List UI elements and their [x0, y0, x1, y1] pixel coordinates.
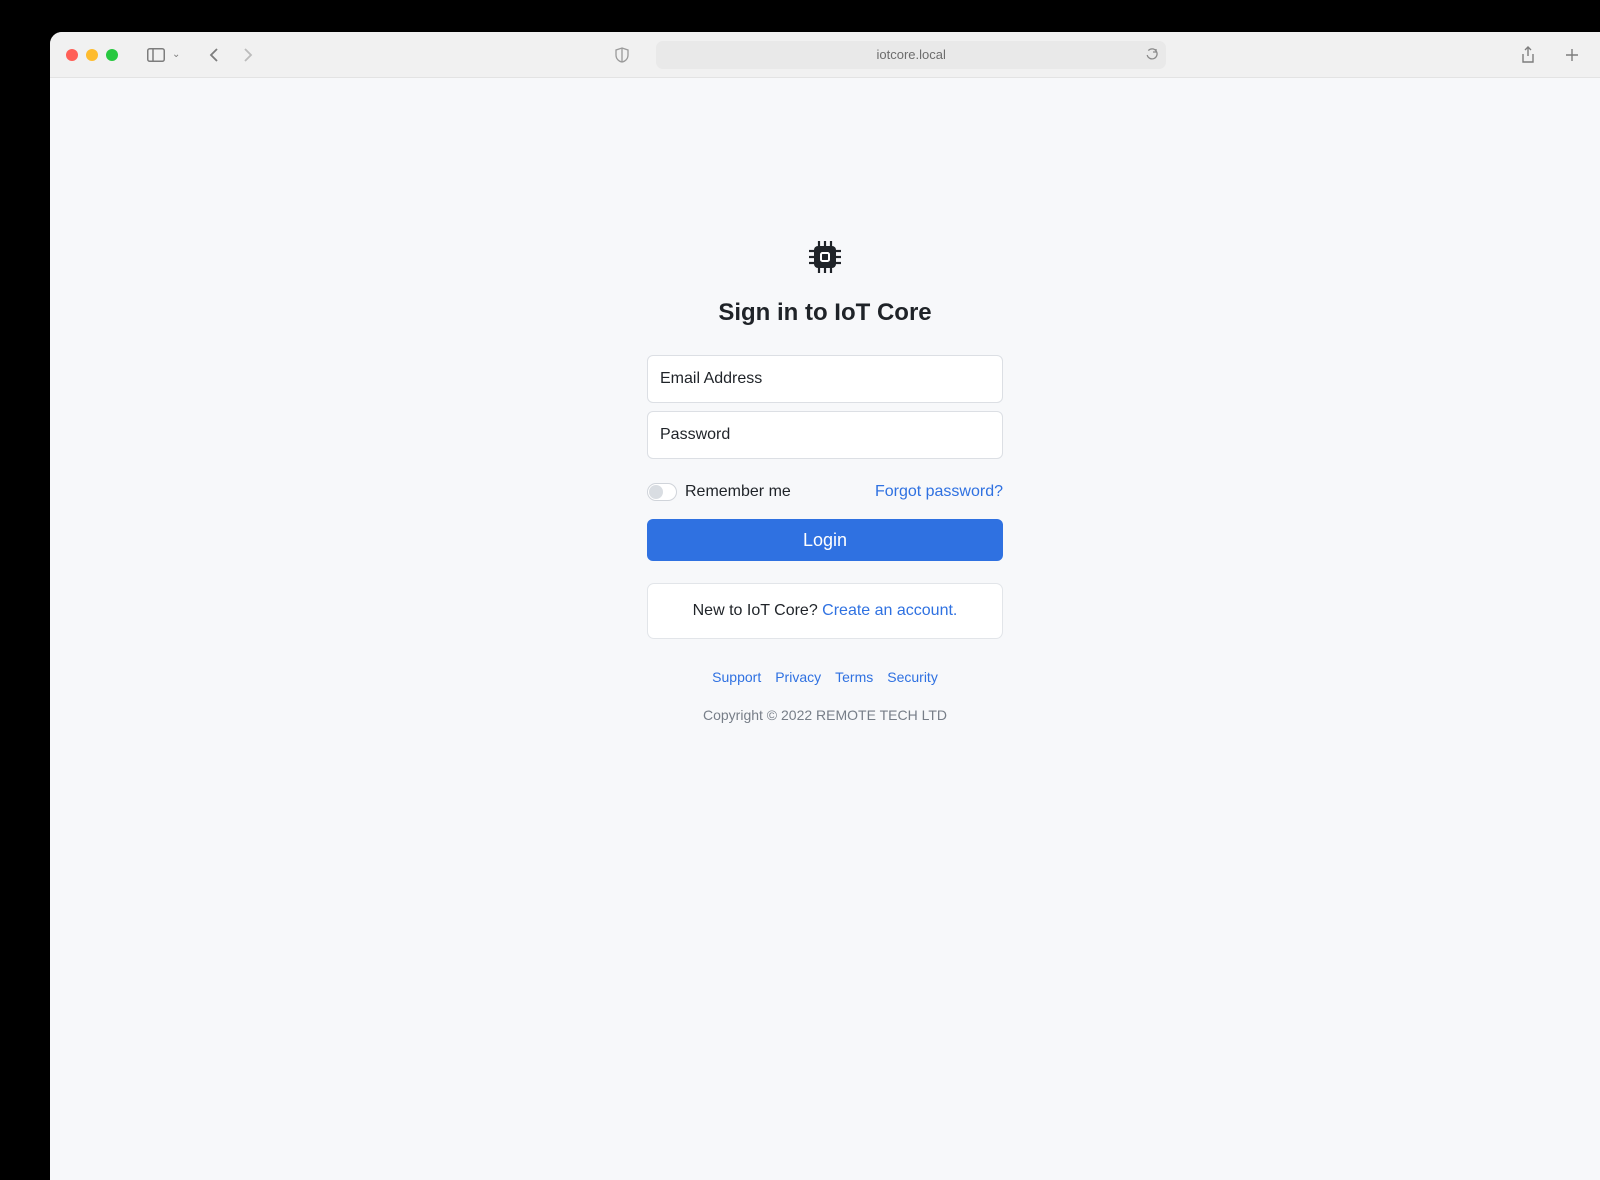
- page-content: Sign in to IoT Core Remember me Forgot p…: [50, 78, 1600, 1180]
- page-title: Sign in to IoT Core: [718, 299, 931, 327]
- copyright-text: Copyright © 2022 REMOTE TECH LTD: [703, 707, 947, 723]
- maximize-window-button[interactable]: [106, 49, 118, 61]
- sidebar-icon: [147, 48, 165, 62]
- share-icon: [1521, 46, 1535, 64]
- create-account-link[interactable]: Create an account.: [822, 602, 957, 619]
- traffic-lights: [66, 49, 118, 61]
- password-field[interactable]: [647, 411, 1003, 459]
- back-button[interactable]: [202, 43, 226, 67]
- login-form: Remember me Forgot password? Login New t…: [647, 355, 1003, 639]
- terms-link[interactable]: Terms: [835, 669, 873, 685]
- forward-button[interactable]: [236, 43, 260, 67]
- login-button[interactable]: Login: [647, 519, 1003, 561]
- signup-prompt-text: New to IoT Core?: [693, 602, 823, 619]
- shield-icon: [615, 47, 629, 63]
- remember-me-label: Remember me: [685, 483, 791, 501]
- address-bar[interactable]: iotcore.local: [656, 41, 1166, 69]
- forgot-password-link[interactable]: Forgot password?: [875, 483, 1003, 501]
- security-link[interactable]: Security: [887, 669, 938, 685]
- browser-toolbar: ⌄ iotcore.local: [50, 32, 1600, 78]
- new-tab-button[interactable]: [1560, 43, 1584, 67]
- chevron-down-icon[interactable]: ⌄: [172, 49, 180, 60]
- chip-icon: [806, 238, 844, 276]
- close-window-button[interactable]: [66, 49, 78, 61]
- email-field[interactable]: [647, 355, 1003, 403]
- privacy-link[interactable]: Privacy: [775, 669, 821, 685]
- chevron-left-icon: [209, 48, 219, 62]
- footer-links: Support Privacy Terms Security: [712, 669, 938, 685]
- reload-icon: [1145, 47, 1158, 60]
- address-text: iotcore.local: [877, 47, 946, 62]
- browser-window: ⌄ iotcore.local: [50, 32, 1600, 1180]
- minimize-window-button[interactable]: [86, 49, 98, 61]
- support-link[interactable]: Support: [712, 669, 761, 685]
- app-logo: [806, 238, 844, 281]
- reload-button[interactable]: [1145, 47, 1158, 63]
- privacy-shield-button[interactable]: [610, 43, 634, 67]
- plus-icon: [1565, 48, 1579, 62]
- switch-knob: [649, 485, 663, 499]
- share-button[interactable]: [1516, 43, 1540, 67]
- sidebar-toggle-button[interactable]: [144, 43, 168, 67]
- chevron-right-icon: [243, 48, 253, 62]
- signup-panel: New to IoT Core? Create an account.: [647, 583, 1003, 639]
- remember-me-toggle[interactable]: [647, 483, 677, 501]
